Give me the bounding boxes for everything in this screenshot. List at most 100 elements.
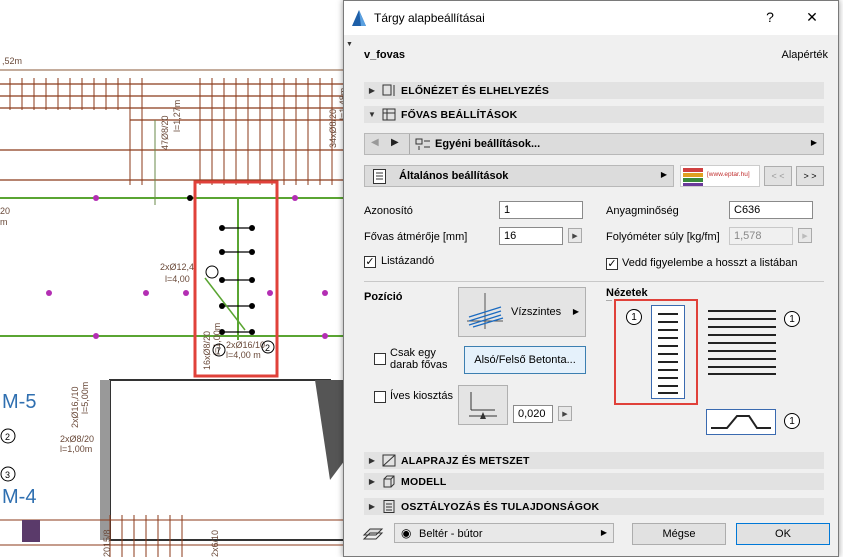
single-rebar-label-2: darab fővas xyxy=(390,359,448,368)
archicad-icon xyxy=(352,10,366,26)
next-arrow-icon[interactable]: ▶ xyxy=(391,137,399,148)
svg-text:20: 20 xyxy=(0,206,10,216)
dropdown-arrow-icon: ▶ xyxy=(600,528,607,537)
view-section[interactable] xyxy=(651,305,685,399)
section-preview-label: ELŐNÉZET ÉS ELHELYEZÉS xyxy=(401,84,550,97)
weight-field: 1,578 xyxy=(729,227,793,245)
svg-text:l=1,27m: l=1,27m xyxy=(172,100,182,132)
list-checkbox[interactable]: ✓ xyxy=(364,256,376,268)
custom-settings-bar: ◀ ▶ Egyéni beállítások... ▶ xyxy=(364,133,824,155)
svg-text:l=4,00 m: l=4,00 m xyxy=(226,350,261,360)
view-number-1: 1 xyxy=(626,309,642,325)
view-plan[interactable] xyxy=(706,307,778,377)
svg-text:2xØ12,4: 2xØ12,4 xyxy=(160,262,194,272)
expand-icon: ▶ xyxy=(368,86,376,95)
list-label: Listázandó xyxy=(381,255,435,267)
general-settings-dropdown[interactable]: Általános beállítások ▶ xyxy=(364,165,674,187)
dimension-text: ,52m xyxy=(2,56,22,66)
logo-url: [www.eptar.hu] xyxy=(707,171,750,178)
diameter-field[interactable]: 16 xyxy=(499,227,563,245)
svg-text:2xØ16/10: 2xØ16/10 xyxy=(226,340,265,350)
horizontal-rebar-icon xyxy=(467,293,504,329)
diameter-label: Fővas átmérője [mm] xyxy=(364,231,468,243)
collapse-arrow-icon[interactable]: ▼ xyxy=(346,41,353,48)
default-link[interactable]: Alapérték xyxy=(782,49,828,61)
spacing-field[interactable]: 0,020 xyxy=(513,405,553,423)
svg-text:2xØ8/20: 2xØ8/20 xyxy=(60,434,94,444)
eye-icon: ◉ xyxy=(401,526,412,540)
svg-text:3: 3 xyxy=(5,470,10,480)
svg-text:l=1,00m: l=1,00m xyxy=(60,444,92,454)
section-settings-label: FŐVAS BEÁLLÍTÁSOK xyxy=(401,108,518,121)
diameter-stepper[interactable]: ▶ xyxy=(568,228,582,243)
layer-button[interactable]: Alsó/Felső Betonta... xyxy=(464,346,586,374)
views-label: Nézetek xyxy=(606,287,648,299)
section-floor-plan-label: ALAPRAJZ ÉS METSZET xyxy=(401,454,530,467)
list-icon xyxy=(373,169,386,184)
svg-text:2x6/10: 2x6/10 xyxy=(210,530,220,557)
consider-label: Vedd figyelembe a hosszt a listában xyxy=(622,257,798,269)
view-elevation[interactable] xyxy=(706,409,776,435)
close-button[interactable]: ✕ xyxy=(802,9,822,26)
section-floor-plan[interactable]: ▶ ALAPRAJZ ÉS METSZET xyxy=(364,452,824,469)
label-m4: M-4 xyxy=(2,486,36,508)
dropdown-arrow-icon: ▶ xyxy=(572,307,579,316)
curved-label: Íves kiosztás xyxy=(390,390,453,402)
svg-text:l=5,00m: l=5,00m xyxy=(80,382,90,414)
single-rebar-checkbox[interactable] xyxy=(374,353,386,365)
custom-settings-dropdown[interactable]: Egyéni beállítások... xyxy=(435,138,540,150)
ok-button[interactable]: OK xyxy=(736,523,830,545)
orientation-dropdown[interactable]: Vízszintes ▶ xyxy=(458,287,586,337)
view-number-3: 1 xyxy=(784,413,800,429)
eptar-logo: [www.eptar.hu] xyxy=(680,165,760,187)
position-label: Pozíció xyxy=(364,291,403,303)
svg-text:l=4,00: l=4,00 xyxy=(165,274,190,284)
floor-plan-icon xyxy=(382,454,396,467)
single-rebar-label-1: Csak egy xyxy=(390,347,436,359)
consider-checkbox[interactable]: ✓ xyxy=(606,258,618,270)
title-bar: Tárgy alapbeállításai ? ✕ xyxy=(344,1,838,35)
svg-text:m: m xyxy=(0,217,8,227)
dialog-title: Tárgy alapbeállításai xyxy=(374,11,485,25)
model-cube-icon xyxy=(383,475,395,488)
section-model[interactable]: ▶ MODELL xyxy=(364,473,824,490)
document-icon xyxy=(383,500,395,513)
dropdown-arrow-icon[interactable]: ▶ xyxy=(811,138,817,147)
svg-text:2: 2 xyxy=(5,432,10,442)
weight-stepper: ▶ xyxy=(798,228,812,243)
spacing-stepper[interactable]: ▶ xyxy=(558,406,572,421)
svg-text:47Ø8/20: 47Ø8/20 xyxy=(160,115,170,150)
cancel-button[interactable]: Mégse xyxy=(632,523,726,545)
spacing-icon-box xyxy=(458,385,508,425)
view-number-2: 1 xyxy=(784,311,800,327)
bent-rebar-icon xyxy=(711,415,771,429)
object-name: v_fovas xyxy=(364,49,405,61)
material-field[interactable]: C636 xyxy=(729,201,813,219)
label-m5: M-5 xyxy=(2,391,36,413)
svg-text:2015/8: 2015/8 xyxy=(102,529,112,557)
svg-text:2: 2 xyxy=(265,343,270,353)
nav-next-button[interactable]: > > xyxy=(796,166,824,186)
section-model-label: MODELL xyxy=(401,475,447,488)
material-label: Anyagminőség xyxy=(606,205,679,217)
prev-arrow-icon[interactable]: ◀ xyxy=(371,137,379,148)
help-button[interactable]: ? xyxy=(760,9,780,25)
expand-icon: ▶ xyxy=(368,477,376,486)
svg-text:16xØ8/20: 16xØ8/20 xyxy=(202,331,212,370)
preview-icon xyxy=(382,84,395,96)
curved-checkbox[interactable] xyxy=(374,391,386,403)
dropdown-arrow-icon: ▶ xyxy=(660,170,667,179)
rebar-settings-icon xyxy=(382,108,396,121)
section-classification[interactable]: ▶ OSZTÁLYOZÁS ÉS TULAJDONSÁGOK xyxy=(364,498,824,515)
section-classification-label: OSZTÁLYOZÁS ÉS TULAJDONSÁGOK xyxy=(401,500,600,513)
custom-settings-icon xyxy=(415,138,430,150)
weight-label: Folyóméter súly [kg/fm] xyxy=(606,231,720,243)
svg-text:2xØ16,/10: 2xØ16,/10 xyxy=(70,386,80,428)
layer-stack-icon xyxy=(362,528,384,540)
id-field[interactable]: 1 xyxy=(499,201,583,219)
layer-dropdown[interactable]: ◉ Beltér - bútor ▶ xyxy=(394,523,614,543)
nav-prev-button[interactable]: < < xyxy=(764,166,792,186)
section-preview[interactable]: ▶ ELŐNÉZET ÉS ELHELYEZÉS xyxy=(364,82,824,99)
section-rebar-settings[interactable]: ▼ FŐVAS BEÁLLÍTÁSOK xyxy=(364,106,824,123)
collapse-icon: ▼ xyxy=(367,110,377,119)
